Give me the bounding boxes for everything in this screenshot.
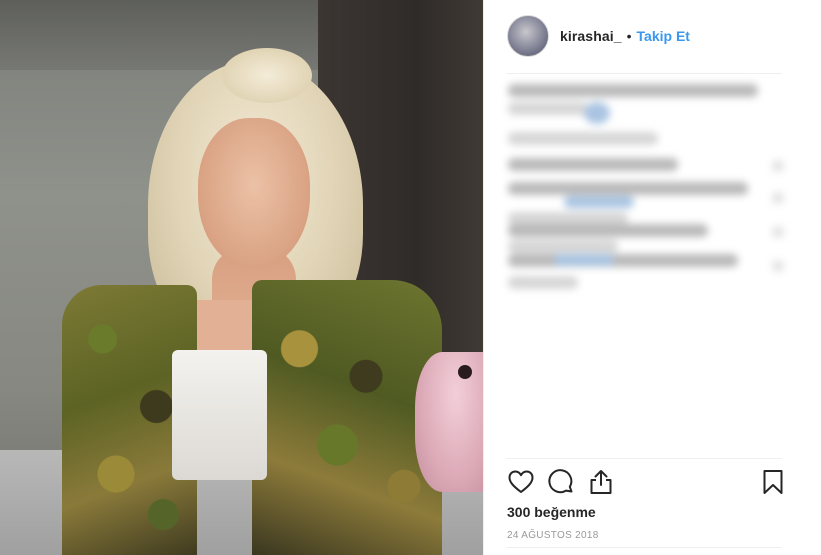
- comment-blur-line: [508, 182, 748, 195]
- heart-icon: [508, 470, 534, 493]
- likes-count[interactable]: 300 beğenme: [507, 504, 596, 520]
- post-photo[interactable]: [0, 0, 483, 555]
- comment-like-icon: [772, 192, 784, 204]
- action-bar: [507, 466, 787, 500]
- comment-blur-line: [508, 254, 738, 267]
- follow-button[interactable]: Takip Et: [637, 28, 690, 44]
- speech-bubble-icon: [548, 469, 573, 494]
- actions-divider: [506, 458, 782, 459]
- comment-blur-line: [508, 276, 578, 289]
- comment-blur-line: [508, 224, 708, 237]
- share-icon: [590, 470, 612, 494]
- comment-like-icon: [772, 160, 784, 172]
- footer-divider: [506, 547, 782, 548]
- instagram-post: kirashai_ • Takip Et 300 beğenme 24 AĞUS…: [0, 0, 821, 555]
- share-button[interactable]: [587, 468, 615, 496]
- comment-blur-line: [508, 240, 618, 253]
- comment-blur-line: [508, 84, 758, 97]
- bookmark-icon: [763, 470, 783, 494]
- blurred-comments: [504, 78, 804, 448]
- comment-blur-mention: [564, 196, 634, 208]
- comment-blur-emoji: [584, 102, 610, 124]
- like-button[interactable]: [507, 468, 535, 496]
- avatar[interactable]: [507, 15, 549, 57]
- comment-blur-line: [508, 102, 588, 115]
- photo-jacket-right: [252, 280, 442, 555]
- username-link[interactable]: kirashai_: [560, 28, 622, 44]
- comment-blur-line: [508, 132, 658, 145]
- photo-white-top: [172, 350, 267, 480]
- comment-blur-line: [508, 158, 678, 171]
- header-divider: [506, 73, 782, 74]
- photo-hair-bun: [222, 48, 312, 103]
- photo-plush-eye: [458, 365, 472, 379]
- post-date[interactable]: 24 AĞUSTOS 2018: [507, 530, 599, 541]
- post-side-panel: kirashai_ • Takip Et 300 beğenme 24 AĞUS…: [483, 0, 821, 555]
- separator-dot: •: [626, 28, 632, 44]
- post-header: kirashai_ • Takip Et: [507, 14, 801, 58]
- comment-like-icon: [772, 226, 784, 238]
- save-button[interactable]: [759, 468, 787, 496]
- comment-blur-mention: [554, 254, 614, 266]
- comment-like-icon: [772, 260, 784, 272]
- comment-button[interactable]: [547, 468, 575, 496]
- photo-plush-toy: [415, 352, 483, 492]
- photo-face: [198, 118, 310, 268]
